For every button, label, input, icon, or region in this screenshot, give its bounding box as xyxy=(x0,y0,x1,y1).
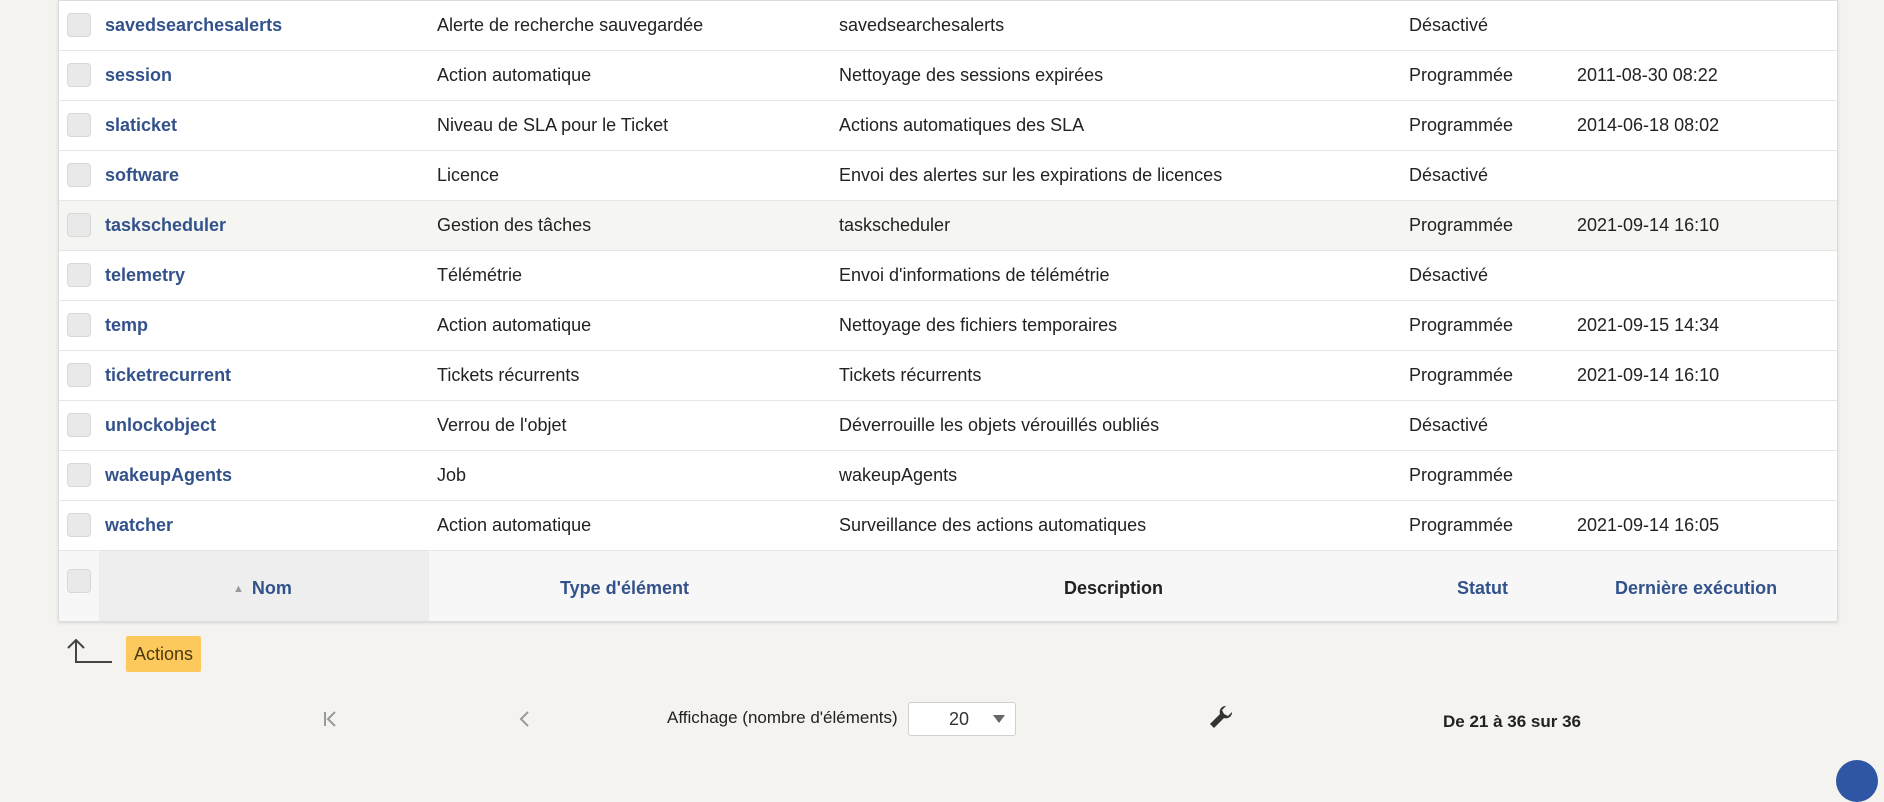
page-size-select[interactable]: 20 xyxy=(908,702,1016,736)
row-checkbox[interactable] xyxy=(67,363,91,387)
up-arrow-icon xyxy=(67,638,112,663)
item-type: Job xyxy=(437,465,467,485)
previous-page-icon[interactable] xyxy=(516,708,532,736)
item-type: Verrou de l'objet xyxy=(437,415,567,435)
item-type: Niveau de SLA pour le Ticket xyxy=(437,115,669,135)
task-status: Désactivé xyxy=(1409,265,1489,285)
task-status: Programmée xyxy=(1409,365,1514,385)
table-row: slaticket Niveau de SLA pour le Ticket Act… xyxy=(59,101,1837,151)
row-checkbox[interactable] xyxy=(67,63,91,87)
row-checkbox[interactable] xyxy=(67,263,91,287)
task-name-link[interactable]: savedsearchesalerts xyxy=(105,1,282,50)
task-description: Tickets récurrents xyxy=(839,365,982,385)
help-button[interactable] xyxy=(1836,760,1878,802)
task-name-link[interactable]: unlockobject xyxy=(105,401,216,450)
cron-tasks-table: savedsearchesalerts Alerte de recherche s… xyxy=(58,0,1838,622)
row-checkbox[interactable] xyxy=(67,13,91,37)
task-name-link[interactable]: taskscheduler xyxy=(105,201,226,250)
task-name-link[interactable]: ticketrecurrent xyxy=(105,351,231,400)
task-name-link[interactable]: software xyxy=(105,151,179,200)
task-description: wakeupAgents xyxy=(839,465,958,485)
task-last-run: 2021-09-14 16:05 xyxy=(1577,515,1720,535)
table-row: session Action automatique Nettoyage des s… xyxy=(59,51,1837,101)
table-row: ticketrecurrent Tickets récurrents Tickets… xyxy=(59,351,1837,401)
task-status: Programmée xyxy=(1409,65,1514,85)
task-last-run: 2021-09-14 16:10 xyxy=(1577,365,1720,385)
row-checkbox[interactable] xyxy=(67,463,91,487)
header-status[interactable]: Statut xyxy=(1457,551,1508,621)
first-page-icon[interactable] xyxy=(322,708,338,736)
task-status: Désactivé xyxy=(1409,165,1489,185)
table-body: savedsearchesalerts Alerte de recherche s… xyxy=(59,1,1837,551)
task-status: Désactivé xyxy=(1409,415,1489,435)
header-name[interactable]: ▲ Nom xyxy=(233,551,292,621)
item-type: Gestion des tâches xyxy=(437,215,592,235)
header-last-run[interactable]: Dernière exécution xyxy=(1615,551,1777,621)
task-name-link[interactable]: telemetry xyxy=(105,251,185,300)
pagination-range: De 21 à 36 sur 36 xyxy=(1443,712,1581,731)
task-last-run: 2021-09-14 16:10 xyxy=(1577,215,1720,235)
item-type: Licence xyxy=(437,165,500,185)
item-type: Action automatique xyxy=(437,315,592,335)
header-type[interactable]: Type d'élément xyxy=(560,551,689,621)
item-type: Télémétrie xyxy=(437,265,523,285)
task-status: Programmée xyxy=(1409,315,1514,335)
table-header: ▲ Nom Type d'élément Description Statut D… xyxy=(59,551,1837,621)
task-last-run: 2014-06-18 08:02 xyxy=(1577,115,1720,135)
task-description: Nettoyage des sessions expirées xyxy=(839,65,1104,85)
task-description: taskscheduler xyxy=(839,215,951,235)
item-type: Action automatique xyxy=(437,515,592,535)
task-description: Nettoyage des fichiers temporaires xyxy=(839,315,1118,335)
page-size-label: Affichage (nombre d'éléments) xyxy=(667,708,898,727)
table-row: unlockobject Verrou de l'objet Déverrouill… xyxy=(59,401,1837,451)
select-all-checkbox[interactable] xyxy=(67,569,91,593)
table-row: temp Action automatique Nettoyage des fich… xyxy=(59,301,1837,351)
item-type: Alerte de recherche sauvegardée xyxy=(437,15,704,35)
task-description: savedsearchesalerts xyxy=(839,15,1005,35)
item-type: Tickets récurrents xyxy=(437,365,580,385)
row-checkbox[interactable] xyxy=(67,413,91,437)
table-row: wakeupAgents Job wakeupAgents Programmée xyxy=(59,451,1837,501)
table-row: telemetry Télémétrie Envoi d'informations … xyxy=(59,251,1837,301)
task-description: Actions automatiques des SLA xyxy=(839,115,1085,135)
sort-ascending-icon: ▲ xyxy=(233,583,244,595)
wrench-icon[interactable] xyxy=(1208,704,1234,730)
task-name-link[interactable]: watcher xyxy=(105,501,173,550)
task-description: Surveillance des actions automatiques xyxy=(839,515,1147,535)
task-description: Envoi des alertes sur les expirations de… xyxy=(839,165,1223,185)
task-last-run: 2011-08-30 08:22 xyxy=(1577,65,1718,85)
chevron-down-icon xyxy=(993,715,1005,723)
task-status: Programmée xyxy=(1409,215,1514,235)
task-description: Déverrouille les objets vérouillés oubli… xyxy=(839,415,1160,435)
row-checkbox[interactable] xyxy=(67,213,91,237)
table-row: savedsearchesalerts Alerte de recherche s… xyxy=(59,1,1837,51)
task-status: Programmée xyxy=(1409,115,1514,135)
task-name-link[interactable]: session xyxy=(105,51,172,100)
task-description: Envoi d'informations de télémétrie xyxy=(839,265,1110,285)
task-name-link[interactable]: slaticket xyxy=(105,101,177,150)
actions-button[interactable]: Actions xyxy=(126,636,202,672)
task-name-link[interactable]: temp xyxy=(105,301,148,350)
task-last-run: 2021-09-15 14:34 xyxy=(1577,315,1720,335)
row-checkbox[interactable] xyxy=(67,113,91,137)
table-row: taskscheduler Gestion des tâches tasksched… xyxy=(59,201,1837,251)
task-status: Programmée xyxy=(1409,515,1514,535)
row-checkbox[interactable] xyxy=(67,513,91,537)
row-checkbox[interactable] xyxy=(67,163,91,187)
page-size-value: 20 xyxy=(949,709,970,729)
task-status: Programmée xyxy=(1409,465,1514,485)
header-description: Description xyxy=(1064,578,1164,598)
table-row: watcher Action automatique Surveillance de… xyxy=(59,501,1837,551)
row-checkbox[interactable] xyxy=(67,313,91,337)
task-status: Désactivé xyxy=(1409,15,1489,35)
table-row: software Licence Envoi des alertes sur les… xyxy=(59,151,1837,201)
item-type: Action automatique xyxy=(437,65,592,85)
task-name-link[interactable]: wakeupAgents xyxy=(105,451,232,500)
pagination-bar: Affichage (nombre d'éléments) 20 De 21 à… xyxy=(0,700,1884,740)
